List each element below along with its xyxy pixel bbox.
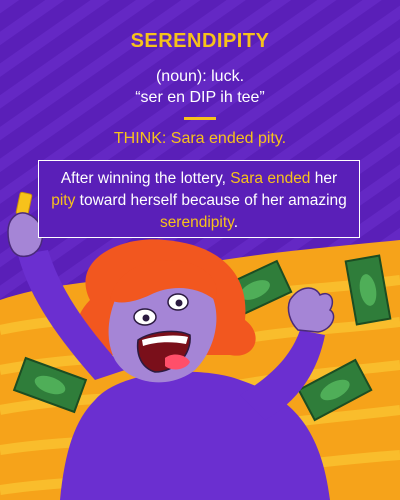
definition-block: (noun): luck. “ser en DIP ih tee” [0, 66, 400, 108]
sentence-part-1: After winning the lottery, [60, 170, 231, 187]
flashcard: SERENDIPITY (noun): luck. “ser en DIP ih… [0, 0, 400, 500]
mnemonic-text: Sara ended pity. [170, 130, 287, 147]
pronunciation: “ser en DIP ih tee” [135, 89, 265, 106]
sentence-highlight-3: serendipity [159, 214, 234, 231]
divider [184, 117, 216, 120]
sentence-part-4: . [233, 214, 239, 231]
example-sentence-box: After winning the lottery, Sara ended he… [38, 160, 360, 238]
right-hand [287, 287, 335, 333]
mnemonic-label: THINK: [113, 130, 167, 147]
sentence-highlight-1: Sara ended [230, 170, 311, 187]
sentence-part-2: her [310, 170, 338, 187]
sentence-part-3: toward herself because of her amazing [75, 192, 347, 209]
mnemonic: THINK: Sara ended pity. [0, 130, 400, 148]
definition: (noun): luck. [155, 68, 245, 85]
word-title: SERENDIPITY [130, 30, 270, 52]
sentence-highlight-2: pity [51, 192, 76, 209]
